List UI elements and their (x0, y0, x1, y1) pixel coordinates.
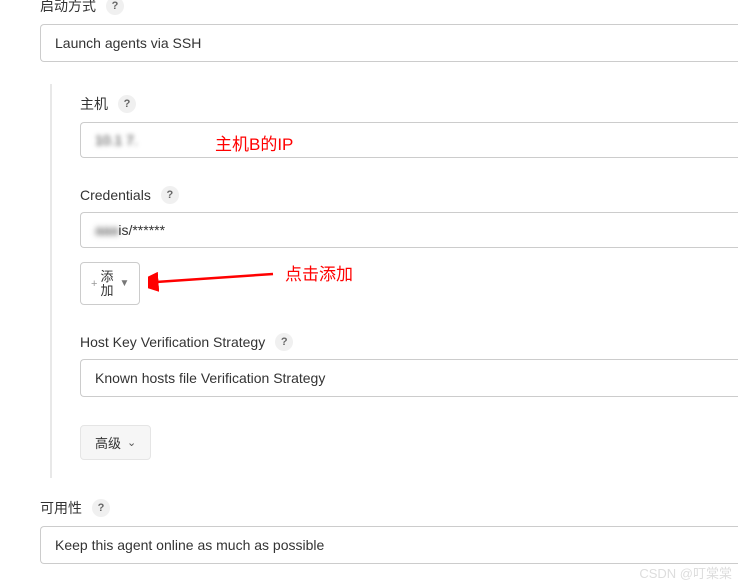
annotation-arrow (148, 266, 278, 292)
host-input[interactable]: 10.1 7. (80, 122, 738, 158)
strategy-select[interactable]: Known hosts file Verification Strategy (80, 359, 738, 397)
credentials-value: aaais/****** (95, 222, 165, 238)
availability-label: 可用性 (40, 498, 82, 518)
add-credentials-button[interactable]: + 添加 ▼ (80, 262, 140, 305)
strategy-label: Host Key Verification Strategy (80, 334, 265, 350)
ssh-settings-group: 主机 ? 10.1 7. 主机B的IP Credentials ? aaais/… (50, 84, 738, 478)
credentials-select[interactable]: aaais/****** (80, 212, 738, 248)
launch-method-select[interactable]: Launch agents via SSH (40, 24, 738, 62)
annotation-click-add: 点击添加 (285, 260, 353, 285)
caret-down-icon: ▼ (119, 278, 129, 289)
help-icon[interactable]: ? (106, 0, 124, 15)
host-label: 主机 (80, 94, 108, 114)
advanced-button[interactable]: 高级 ⌄ (80, 425, 151, 460)
credentials-label: Credentials (80, 187, 151, 203)
help-icon[interactable]: ? (275, 333, 293, 351)
plus-icon: + (91, 278, 97, 290)
availability-select[interactable]: Keep this agent online as much as possib… (40, 526, 738, 564)
advanced-label: 高级 (95, 433, 121, 452)
add-button-label: 添加 (100, 270, 113, 297)
availability-value: Keep this agent online as much as possib… (55, 537, 324, 553)
watermark: CSDN @叮棠棠 (639, 563, 732, 582)
launch-method-value: Launch agents via SSH (55, 35, 201, 51)
strategy-value: Known hosts file Verification Strategy (95, 370, 325, 386)
help-icon[interactable]: ? (92, 499, 110, 517)
launch-method-label: 启动方式 (40, 0, 96, 16)
help-icon[interactable]: ? (118, 95, 136, 113)
help-icon[interactable]: ? (161, 186, 179, 204)
host-value: 10.1 7. (95, 132, 138, 148)
chevron-down-icon: ⌄ (127, 436, 136, 449)
